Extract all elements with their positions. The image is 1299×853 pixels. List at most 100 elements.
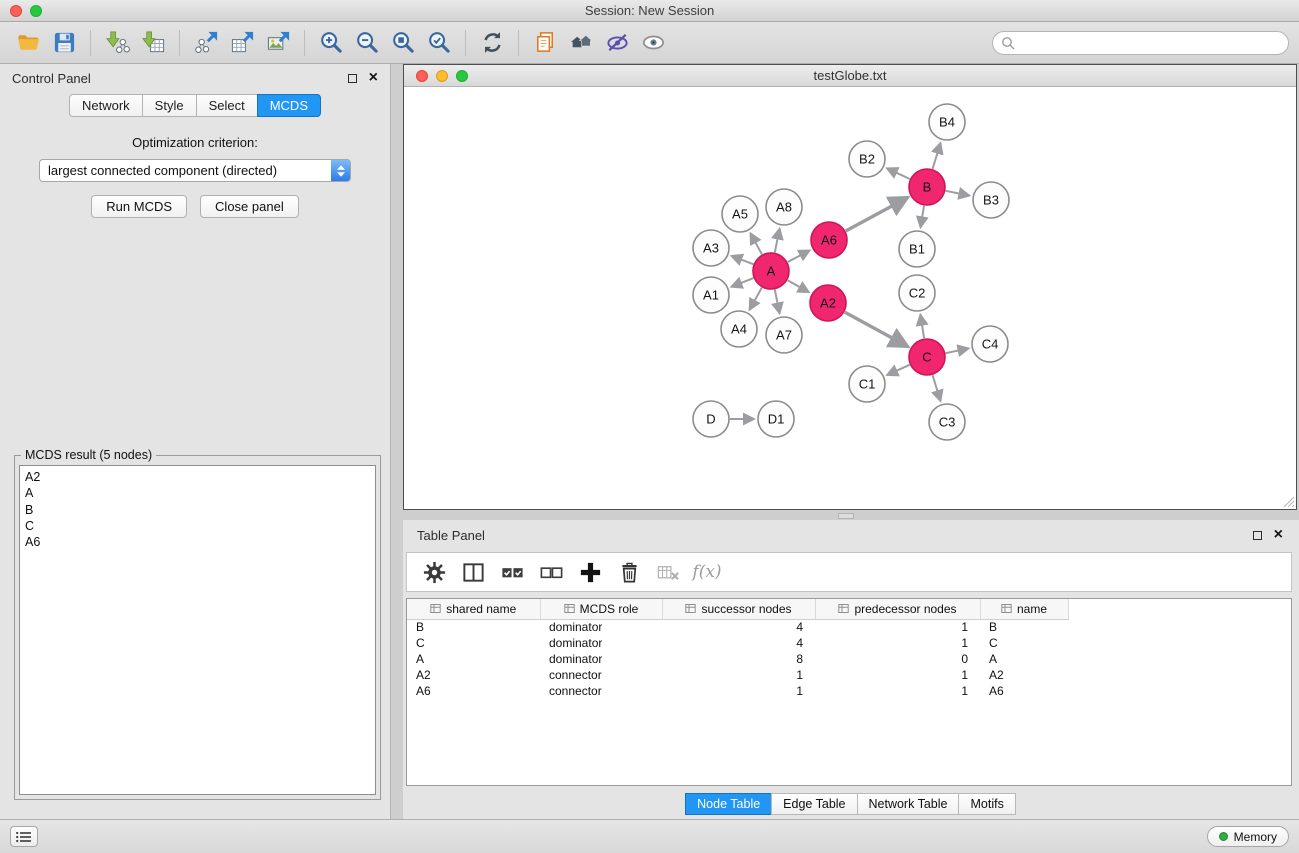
control-tab-mcds[interactable]: MCDS [257,94,321,117]
graph-node-D[interactable]: D [693,401,729,437]
graph-node-C3[interactable]: C3 [929,404,965,440]
add-row-button[interactable] [575,557,605,587]
graph-edge-A-A4[interactable] [750,288,762,310]
graph-edge-B-B3[interactable] [946,191,970,196]
close-panel-button[interactable]: Close panel [200,195,299,218]
column-header-shared-name[interactable]: shared name [407,599,540,619]
graph-edge-A-A7[interactable] [775,290,780,314]
close-window-icon[interactable] [10,5,22,17]
graph-edge-A-A6[interactable] [788,250,810,262]
graph-node-A6[interactable]: A6 [811,222,847,258]
cell-predecessor-nodes[interactable]: 1 [815,683,980,699]
control-tab-network[interactable]: Network [69,94,143,117]
table-tab-node-table[interactable]: Node Table [685,793,772,815]
cell-mcds-role[interactable]: dominator [540,635,662,651]
cell-predecessor-nodes[interactable]: 0 [815,651,980,667]
network-minimize-icon[interactable] [436,70,448,82]
cell-predecessor-nodes[interactable]: 1 [815,635,980,651]
task-history-button[interactable] [10,826,38,847]
cell-shared-name[interactable]: A [407,651,540,667]
graph-node-A1[interactable]: A1 [693,277,729,313]
hide-graphics-details-button[interactable] [599,27,635,59]
table-tab-edge-table[interactable]: Edge Table [771,793,857,815]
graph-edge-A6-B[interactable] [846,198,908,232]
cell-name[interactable]: C [980,635,1068,651]
cell-predecessor-nodes[interactable]: 1 [815,619,980,635]
zoom-selected-button[interactable] [421,27,457,59]
zoom-out-button[interactable] [349,27,385,59]
column-visibility-button[interactable] [458,557,488,587]
select-all-rows-button[interactable] [497,557,527,587]
deselect-all-rows-button[interactable] [536,557,566,587]
open-session-button[interactable] [10,27,46,59]
cell-successor-nodes[interactable]: 1 [662,667,815,683]
cell-mcds-role[interactable]: dominator [540,619,662,635]
table-row[interactable]: Cdominator41C [407,635,1068,651]
column-header-name[interactable]: name [980,599,1068,619]
run-mcds-button[interactable]: Run MCDS [91,195,187,218]
graph-edge-C-C4[interactable] [946,348,969,353]
table-float-panel-icon[interactable] [1253,531,1262,540]
cell-shared-name[interactable]: B [407,619,540,635]
column-header-successor-nodes[interactable]: successor nodes [662,599,815,619]
graph-edge-A-A3[interactable] [732,256,754,264]
table-row[interactable]: Adominator80A [407,651,1068,667]
graph-node-D1[interactable]: D1 [758,401,794,437]
graph-edge-B-B4[interactable] [933,143,941,169]
import-network-from-file-button[interactable] [99,27,135,59]
table-row[interactable]: A6connector11A6 [407,683,1068,699]
cell-mcds-role[interactable]: connector [540,667,662,683]
graph-node-C[interactable]: C [909,339,945,375]
graph-edge-A2-C[interactable] [845,312,908,346]
graph-node-B1[interactable]: B1 [899,231,935,267]
graph-node-B2[interactable]: B2 [849,141,885,177]
graph-edge-A-A1[interactable] [731,278,753,287]
graph-node-A7[interactable]: A7 [766,317,802,353]
float-panel-icon[interactable] [348,74,357,83]
window-resize-grip-icon[interactable] [1282,495,1295,508]
delete-row-button[interactable] [614,557,644,587]
search-box[interactable] [992,31,1289,55]
cell-name[interactable]: A6 [980,683,1068,699]
control-tab-select[interactable]: Select [196,94,258,117]
table-tab-motifs[interactable]: Motifs [958,793,1015,815]
cell-shared-name[interactable]: A6 [407,683,540,699]
graph-node-A4[interactable]: A4 [721,311,757,347]
table-close-panel-icon[interactable]: × [1274,529,1283,541]
graph-node-C2[interactable]: C2 [899,275,935,311]
apply-preferred-layout-button[interactable] [474,27,510,59]
close-panel-icon[interactable]: × [369,72,378,84]
graph-node-A2[interactable]: A2 [810,285,846,321]
import-table-from-file-button[interactable] [135,27,171,59]
open-recent-files-button[interactable] [527,27,563,59]
maximize-window-icon[interactable] [30,5,42,17]
search-input[interactable] [1020,36,1280,50]
mcds-result-item[interactable]: A6 [25,534,375,550]
control-tab-style[interactable]: Style [142,94,197,117]
cell-mcds-role[interactable]: dominator [540,651,662,667]
column-header-predecessor-nodes[interactable]: predecessor nodes [815,599,980,619]
graph-node-C4[interactable]: C4 [972,326,1008,362]
network-canvas[interactable]: B4B2BB3A8A5A6A3B1AC2A1A2A4A7C4CC1DD1C3 [404,88,1296,509]
graph-node-A[interactable]: A [753,253,789,289]
memory-button[interactable]: Memory [1207,826,1289,847]
cell-successor-nodes[interactable]: 1 [662,683,815,699]
graph-node-A8[interactable]: A8 [766,189,802,225]
table-tab-network-table[interactable]: Network Table [857,793,960,815]
cell-shared-name[interactable]: C [407,635,540,651]
graph-edge-C-C1[interactable] [887,365,910,375]
export-image-button[interactable] [260,27,296,59]
graph-edge-A-A2[interactable] [788,280,809,292]
mcds-result-list[interactable]: A2ABCA6 [19,465,376,795]
export-network-button[interactable] [188,27,224,59]
graph-edge-C-C3[interactable] [933,375,941,401]
cell-mcds-role[interactable]: connector [540,683,662,699]
mcds-result-item[interactable]: C [25,518,375,534]
zoom-fit-button[interactable] [385,27,421,59]
graph-node-B4[interactable]: B4 [929,104,965,140]
graph-node-B3[interactable]: B3 [973,182,1009,218]
graph-edge-B-B2[interactable] [887,168,910,179]
network-graph[interactable]: B4B2BB3A8A5A6A3B1AC2A1A2A4A7C4CC1DD1C3 [404,88,1296,509]
splitter-handle[interactable] [838,513,854,519]
cell-shared-name[interactable]: A2 [407,667,540,683]
